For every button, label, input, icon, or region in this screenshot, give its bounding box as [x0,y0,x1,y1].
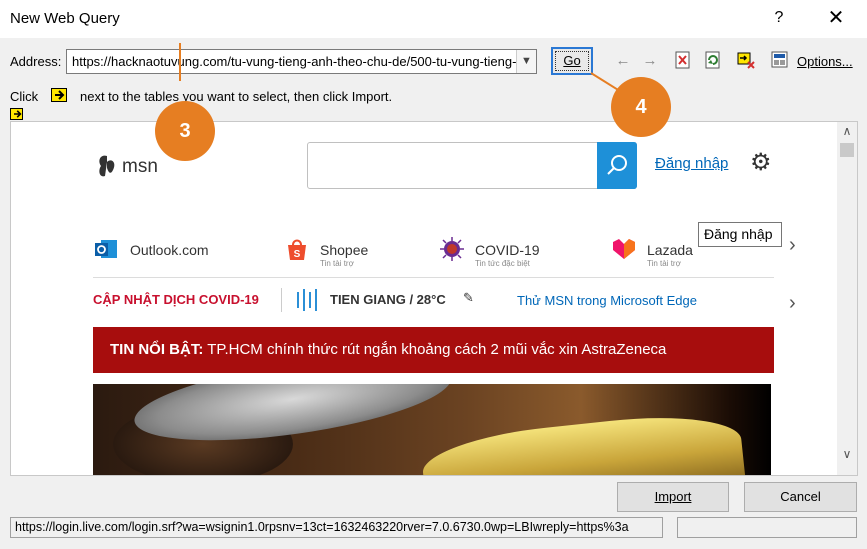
lazada-icon [613,239,635,259]
search-icon [607,155,627,175]
quicklink-subtitle: Tin tức đặc biệt [475,259,530,268]
headline-label: TIN NỔI BẬT: [110,341,204,358]
web-preview[interactable]: msn Đăng nhập ⚙ Outlook.com S Shopee Tin… [10,121,858,476]
options-icon[interactable] [770,51,790,71]
edge-promo-link[interactable]: Thử MSN trong Microsoft Edge [517,293,697,308]
hint-text: next to the tables you want to select, t… [80,89,393,104]
headline-text: TIN NỔI BẬT: TP.HCM chính thức rút ngắn … [110,341,666,358]
vertical-scrollbar[interactable]: ∧ ∨ [837,122,857,475]
address-label: Address: [10,54,62,69]
chevron-right-icon[interactable]: › [789,234,796,257]
table-select-arrow-icon [51,88,67,102]
import-label: Import [654,489,692,504]
headline-banner[interactable]: TIN NỔI BẬT: TP.HCM chính thức rút ngắn … [93,327,774,373]
chevron-down-icon[interactable]: ▼ [516,50,536,73]
options-label: Options... [797,54,853,69]
covid-update-link[interactable]: CẬP NHẬT DỊCH COVID-19 [93,292,259,307]
hide-icons-icon[interactable] [736,51,756,71]
divider [93,277,774,278]
help-button[interactable]: ? [768,6,790,30]
go-button[interactable]: Go [551,47,593,75]
gear-icon[interactable]: ⚙ [750,150,776,176]
scroll-up-arrow-icon[interactable]: ∧ [840,124,854,138]
weather-text[interactable]: TIEN GIANG / 28°C [330,292,446,307]
hint-prefix: Click [10,89,39,104]
rain-icon [297,289,317,311]
outlook-icon [95,240,117,258]
quicklink-title: Shopee [320,242,369,258]
search-input[interactable] [307,142,637,189]
quicklink-title: Outlook.com [130,242,209,258]
virus-icon [440,237,464,261]
title-bar: New Web Query ? ✕ [0,0,867,38]
address-input[interactable]: https://hacknaotuvung.com/tu-vung-tieng-… [66,49,537,74]
forward-arrow-icon[interactable]: → [640,51,660,71]
scroll-thumb[interactable] [840,143,854,157]
pencil-icon[interactable]: ✎ [463,290,474,306]
butterfly-icon [99,155,115,177]
stop-icon[interactable] [673,51,693,71]
msn-logo[interactable]: msn [95,152,165,182]
quicklink-subtitle: Tin tài trợ [320,259,354,268]
login-tooltip: Đăng nhập [698,222,782,247]
go-focus-rect [555,51,589,71]
refresh-icon[interactable] [703,51,723,71]
address-value[interactable]: https://hacknaotuvung.com/tu-vung-tieng-… [72,54,516,69]
cancel-button[interactable]: Cancel [744,482,857,512]
scroll-down-arrow-icon[interactable]: ∨ [840,447,854,461]
status-progress [677,517,857,538]
window-title: New Web Query [10,10,120,27]
msn-logo-text: msn [122,156,158,177]
hero-image[interactable] [93,384,771,475]
search-button[interactable] [597,142,637,189]
page-select-arrow-icon[interactable] [10,108,23,120]
quicklink-title: COVID-19 [475,242,540,258]
shopee-icon: S [288,239,306,260]
back-arrow-icon[interactable]: ← [613,51,633,71]
step-3-callout: 3 [155,101,215,161]
options-button[interactable]: Options... [797,54,853,69]
callout-pointer [179,43,181,81]
quicklink-subtitle: Tin tài trợ [647,259,681,268]
headline-body: TP.HCM chính thức rút ngắn khoảng cách 2… [203,341,667,358]
divider [281,288,282,312]
status-url: https://login.live.com/login.srf?wa=wsig… [10,517,663,538]
chevron-right-icon[interactable]: › [789,292,796,315]
close-button[interactable]: ✕ [822,6,850,30]
hero-tin-shape [419,407,747,475]
step-4-callout: 4 [611,77,671,137]
quicklink-title: Lazada [647,242,693,258]
svg-text:S: S [294,249,301,260]
import-button[interactable]: Import [617,482,729,512]
login-link[interactable]: Đăng nhập [655,155,728,172]
